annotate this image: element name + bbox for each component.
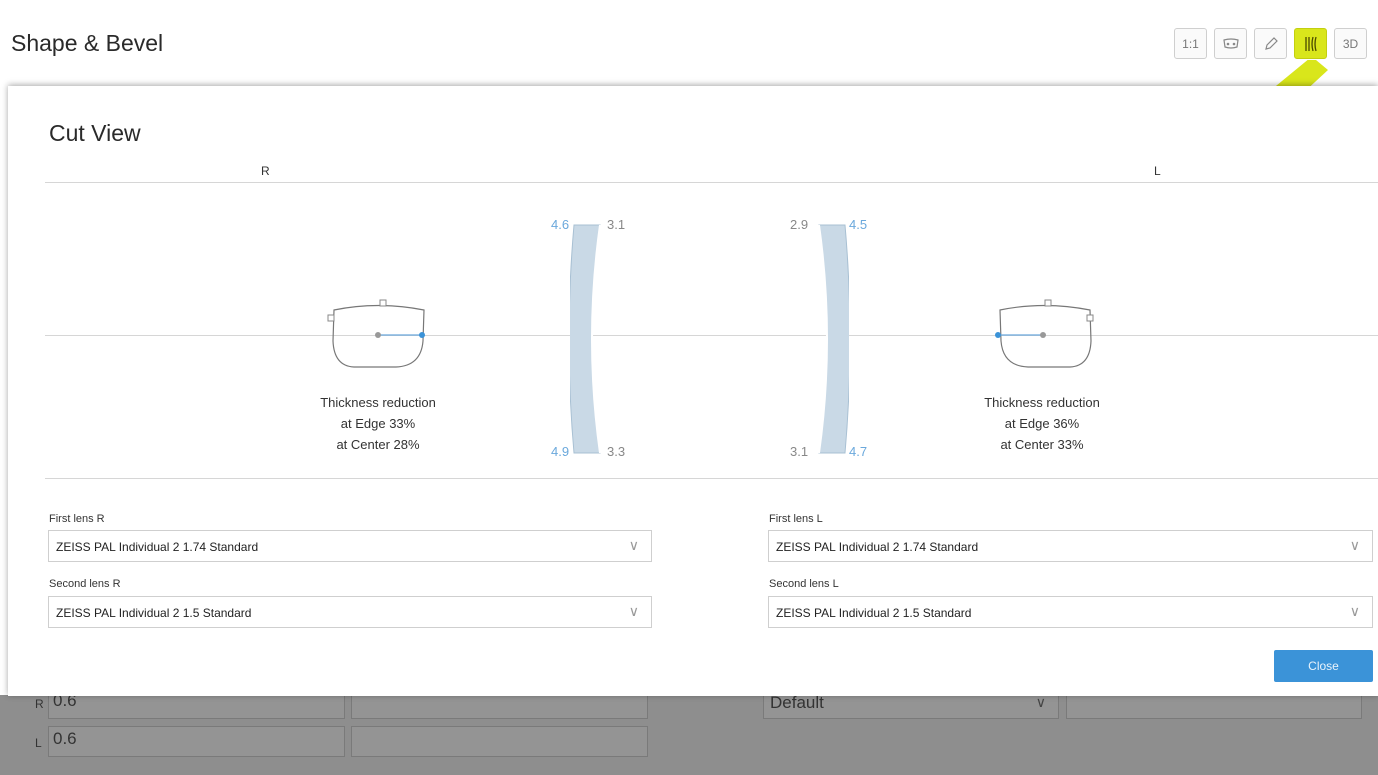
first-lens-l-label: First lens L (769, 513, 823, 525)
right-thickness-edge: at Edge 33% (340, 416, 416, 431)
left-lens-cross-section (818, 224, 849, 454)
left-thickness-center: at Center 33% (1000, 437, 1084, 452)
right-top-inner-value: 3.1 (607, 217, 626, 232)
second-lens-l-label: Second lens L (769, 578, 839, 590)
left-top-inner-value: 2.9 (790, 217, 809, 232)
right-side-label: R (261, 164, 270, 178)
left-side-label: L (1154, 164, 1161, 178)
left-thickness-title: Thickness reduction (984, 395, 1100, 410)
row-label-r: R (35, 697, 44, 711)
right-lens-cross-section (570, 224, 601, 454)
first-lens-l-select[interactable]: ZEISS PAL Individual 2 1.74 Standard ∨ (768, 530, 1373, 562)
right-thickness-info: Thickness reduction at Edge 33% at Cente… (288, 392, 468, 455)
right-top-outer-value: 4.6 (551, 217, 570, 232)
second-lens-l-select[interactable]: ZEISS PAL Individual 2 1.5 Standard ∨ (768, 596, 1373, 628)
row-label-l: L (35, 736, 42, 750)
header-divider (45, 182, 1378, 183)
center-axis-line (45, 335, 1378, 336)
first-lens-l-value: ZEISS PAL Individual 2 1.74 Standard (776, 540, 979, 554)
chevron-down-icon: ∨ (628, 537, 639, 553)
app-root: Shape & Bevel 1:1 3D R 0.6 L 0.6 Default… (0, 0, 1378, 775)
first-lens-r-label: First lens R (49, 513, 105, 525)
chevron-down-icon: ∨ (1035, 694, 1046, 710)
second-lens-r-label: Second lens R (49, 578, 121, 590)
frame-shape-icon (1222, 37, 1239, 49)
one-to-one-label: 1:1 (1182, 36, 1199, 51)
left-thickness-info: Thickness reduction at Edge 36% at Cente… (952, 392, 1132, 455)
edit-button[interactable] (1254, 28, 1287, 59)
3d-label: 3D (1342, 36, 1359, 51)
3d-view-button[interactable]: 3D (1334, 28, 1367, 59)
second-lens-r-select[interactable]: ZEISS PAL Individual 2 1.5 Standard ∨ (48, 596, 652, 628)
close-button[interactable]: Close (1274, 650, 1373, 682)
view-toolbar: 1:1 3D (1174, 28, 1367, 59)
modal-title: Cut View (49, 120, 141, 146)
right-frame-shape-icon (327, 299, 425, 368)
frame-shape-button[interactable] (1214, 28, 1247, 59)
cut-view-modal: Cut View R L 4.6 3.1 4.9 3.3 2.9 4.5 3.1… (8, 86, 1378, 696)
second-lens-l-value: ZEISS PAL Individual 2 1.5 Standard (776, 606, 972, 620)
secondary-field-l[interactable] (351, 726, 648, 757)
one-to-one-button[interactable]: 1:1 (1174, 28, 1207, 59)
left-thickness-edge: at Edge 36% (1004, 416, 1080, 431)
value-field-l[interactable]: 0.6 (48, 726, 345, 757)
pencil-icon (1264, 36, 1278, 50)
first-lens-r-value: ZEISS PAL Individual 2 1.74 Standard (56, 540, 259, 554)
chevron-down-icon: ∨ (628, 603, 639, 619)
left-bottom-inner-value: 3.1 (790, 444, 809, 459)
cut-view-button[interactable] (1294, 28, 1327, 59)
cut-view-icon (1304, 36, 1317, 51)
footer-divider (45, 478, 1378, 479)
chevron-down-icon: ∨ (1349, 603, 1360, 619)
first-lens-r-select[interactable]: ZEISS PAL Individual 2 1.74 Standard ∨ (48, 530, 652, 562)
right-thickness-title: Thickness reduction (320, 395, 436, 410)
chevron-down-icon: ∨ (1349, 537, 1360, 553)
left-frame-shape-icon (995, 299, 1094, 368)
right-bottom-outer-value: 4.9 (551, 444, 570, 459)
left-top-outer-value: 4.5 (849, 217, 868, 232)
left-bottom-outer-value: 4.7 (849, 444, 868, 459)
page-title: Shape & Bevel (11, 30, 164, 56)
second-lens-r-value: ZEISS PAL Individual 2 1.5 Standard (56, 606, 252, 620)
right-bottom-inner-value: 3.3 (607, 444, 626, 459)
right-thickness-center: at Center 28% (336, 437, 420, 452)
